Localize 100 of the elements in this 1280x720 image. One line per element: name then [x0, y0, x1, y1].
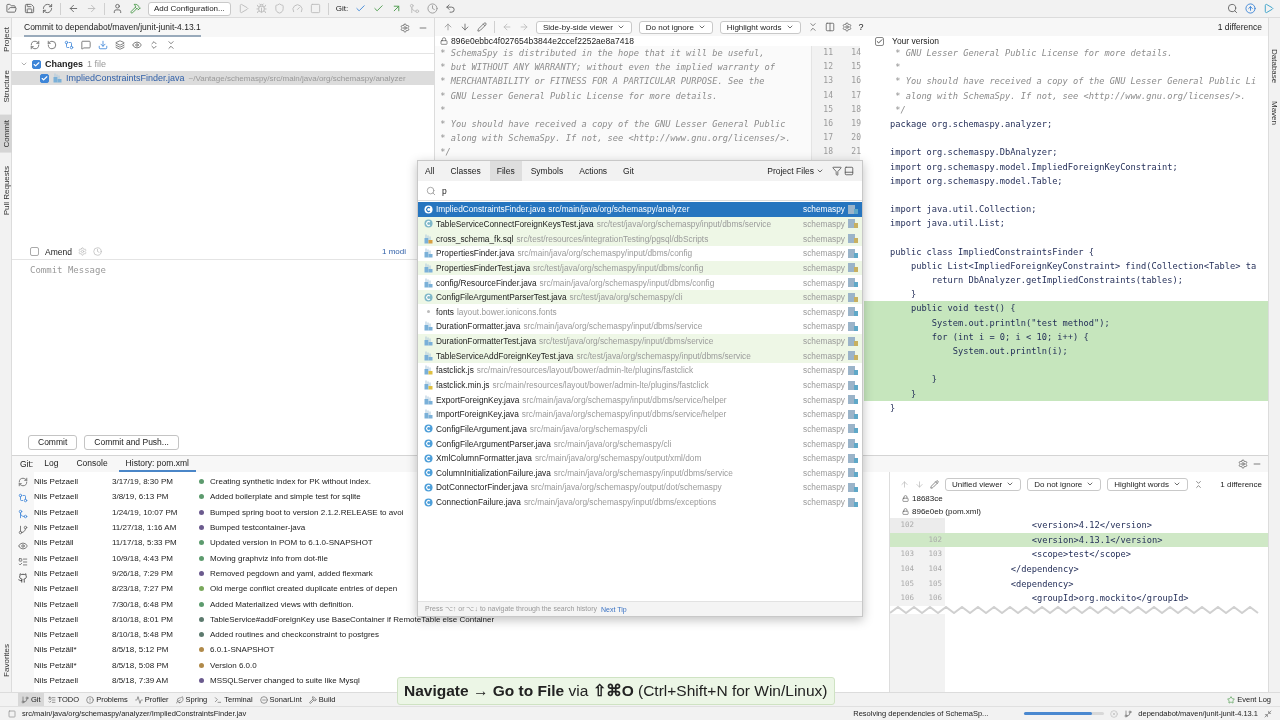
- forward-icon[interactable]: [86, 3, 97, 14]
- checkbox[interactable]: [875, 36, 884, 46]
- result-row[interactable]: DotConnectorFinder.java src/main/java/org/schemaspy/output/dot/schemaspy schemaspy: [418, 480, 862, 495]
- settings-icon[interactable]: [1238, 459, 1248, 469]
- search-tab[interactable]: Classes: [443, 161, 488, 181]
- scope-dropdown[interactable]: Project Files: [761, 165, 830, 177]
- save-icon[interactable]: [24, 3, 35, 14]
- edit-icon[interactable]: [477, 22, 487, 32]
- filter-icon[interactable]: [832, 166, 842, 176]
- rollback-icon[interactable]: [47, 40, 57, 50]
- panel-tab[interactable]: Console: [69, 456, 115, 472]
- compare-icon[interactable]: [18, 509, 28, 519]
- result-row[interactable]: ColumnInitializationFailure.java src/main/java/org/schemaspy/input/dbms/service schemaspy: [418, 465, 862, 481]
- collapse-all-icon[interactable]: [166, 40, 176, 50]
- clock-icon[interactable]: [92, 247, 102, 256]
- search-tab[interactable]: Symbols: [523, 161, 571, 181]
- run-configuration-button[interactable]: Add Configuration...: [148, 1, 231, 16]
- square-icon[interactable]: [8, 709, 16, 718]
- result-row[interactable]: XmlColumnFormatter.java src/main/java/org/schemaspy/output/xml/dom schemaspy: [418, 450, 862, 466]
- branch-icon[interactable]: [1124, 709, 1133, 718]
- viewer-dropdown[interactable]: Unified viewer: [945, 477, 1022, 491]
- expand-all-icon[interactable]: [149, 40, 159, 50]
- update-icon[interactable]: [355, 3, 367, 14]
- diff-icon[interactable]: [64, 40, 74, 50]
- search-tab[interactable]: Files: [489, 161, 522, 181]
- panel-tab[interactable]: History: pom.xml: [118, 456, 196, 472]
- tool-window-tab[interactable]: Database: [1268, 44, 1280, 89]
- run-icon[interactable]: [237, 3, 249, 14]
- search-tab[interactable]: Git: [616, 161, 641, 181]
- back-icon[interactable]: [68, 3, 79, 14]
- commit-button[interactable]: Commit: [28, 434, 78, 450]
- commit-and-push-button[interactable]: Commit and Push...: [84, 434, 179, 450]
- highlight-dropdown[interactable]: Highlight words: [1107, 477, 1188, 491]
- viewer-dropdown[interactable]: Side-by-side viewer: [536, 20, 632, 34]
- result-row[interactable]: TableServiceAddForeignKeyTest.java src/test/java/org/schemaspy/input/dbms/service schemaspy: [418, 348, 862, 364]
- github-icon[interactable]: [18, 573, 28, 583]
- file-name[interactable]: ImpliedConstraintsFinder.java: [66, 73, 185, 83]
- result-row[interactable]: ConfigFileArgumentParserTest.java src/test/java/org/schemaspy/cli schemaspy: [418, 289, 862, 305]
- result-row[interactable]: ImpliedConstraintsFinder.java src/main/java/org/schemaspy/analyzer schemaspy: [418, 202, 862, 217]
- message-icon[interactable]: [81, 40, 91, 50]
- collapse-icon[interactable]: [20, 60, 28, 68]
- result-row[interactable]: DurationFormatterTest.java src/test/java/org/schemaspy/input/dbms/service schemaspy: [418, 333, 862, 349]
- cancel-icon[interactable]: [1110, 709, 1119, 718]
- next-icon[interactable]: [460, 22, 470, 32]
- collapse-icon[interactable]: [807, 22, 818, 32]
- commit-icon[interactable]: [373, 3, 385, 14]
- collapse-icon[interactable]: [1194, 479, 1203, 489]
- checkbox[interactable]: [32, 59, 41, 69]
- list-icon[interactable]: [18, 557, 28, 567]
- ignore-dropdown[interactable]: Do not ignore: [638, 20, 713, 34]
- sync-icon[interactable]: [42, 3, 53, 14]
- previous-icon[interactable]: [900, 479, 909, 489]
- result-row[interactable]: ConnectionFailure.java src/main/java/org/schemaspy/input/dbms/exceptions schemaspy: [418, 494, 862, 510]
- tool-window-tab[interactable]: Pull Requests: [0, 160, 12, 221]
- forward-icon[interactable]: [519, 22, 529, 32]
- result-row[interactable]: cross_schema_fk.sql src/test/resources/integrationTesting/pgsql/dbScripts schemaspy: [418, 231, 862, 246]
- stop-icon[interactable]: [309, 3, 321, 14]
- eye-icon[interactable]: [18, 541, 28, 551]
- settings-icon[interactable]: [77, 247, 87, 256]
- refresh-icon[interactable]: [30, 40, 40, 50]
- search-field[interactable]: p: [442, 185, 822, 196]
- checkbox[interactable]: [40, 73, 49, 83]
- download-icon[interactable]: [98, 40, 108, 50]
- diff-icon[interactable]: [18, 493, 28, 503]
- open-folder-icon[interactable]: [6, 3, 17, 14]
- result-row[interactable]: PropertiesFinderTest.java src/test/java/org/schemaspy/input/dbms/config schemaspy: [418, 260, 862, 276]
- debug-icon[interactable]: [255, 3, 267, 14]
- search-tab[interactable]: Actions: [572, 161, 615, 181]
- tool-window-tab[interactable]: Favorites: [0, 639, 12, 682]
- refresh-icon[interactable]: [18, 477, 28, 487]
- branch-icon[interactable]: [18, 525, 28, 535]
- result-row[interactable]: PropertiesFinder.java src/main/java/org/schemaspy/input/dbms/config schemaspy: [418, 245, 862, 261]
- code-line: package org.schemaspy.analyzer;: [889, 117, 1054, 131]
- settings-icon[interactable]: [841, 22, 852, 32]
- checkbox[interactable]: [30, 247, 39, 256]
- edit-icon[interactable]: [930, 479, 939, 489]
- merge-icon[interactable]: [409, 3, 421, 14]
- history-icon[interactable]: [427, 3, 439, 14]
- tool-window-tab[interactable]: Maven: [1268, 96, 1280, 131]
- tool-window-tab[interactable]: Commit: [0, 115, 12, 153]
- user-icon[interactable]: [112, 3, 123, 14]
- panel-tab[interactable]: Log: [37, 456, 66, 472]
- preview-icon[interactable]: [844, 166, 854, 176]
- build-icon[interactable]: [130, 3, 141, 14]
- result-row[interactable]: ConfigFileArgumentParser.java src/main/java/org/schemaspy/cli schemaspy: [418, 436, 862, 451]
- tool-window-tab[interactable]: Structure: [0, 64, 12, 108]
- undo-icon[interactable]: [445, 3, 457, 14]
- tool-window-tab[interactable]: Project: [0, 22, 12, 57]
- next-icon[interactable]: [915, 479, 924, 489]
- ignore-dropdown[interactable]: Do not ignore: [1027, 477, 1102, 491]
- search-tab[interactable]: All: [418, 161, 442, 181]
- help-link[interactable]: ?: [858, 22, 864, 32]
- settings-icon[interactable]: [400, 22, 410, 33]
- highlight-dropdown[interactable]: Highlight words: [719, 20, 801, 34]
- commit-message: MSSQLServer changed to suite like Mysql: [210, 676, 360, 685]
- play-icon[interactable]: [1263, 3, 1274, 14]
- eye-icon[interactable]: [132, 40, 142, 50]
- upload-icon[interactable]: [1245, 3, 1256, 14]
- search-icon[interactable]: [1227, 3, 1238, 14]
- previous-icon[interactable]: [443, 22, 453, 32]
